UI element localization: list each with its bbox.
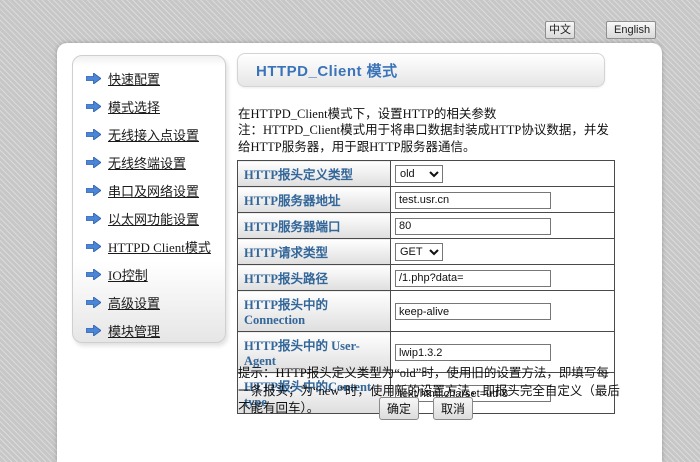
- table-row: HTTP报头路径: [238, 265, 615, 291]
- sidebar-item[interactable]: 快速配置: [73, 64, 225, 92]
- sidebar-menu: 快速配置模式选择无线接入点设置无线终端设置串口及网络设置以太网功能设置 HTTPD…: [72, 55, 226, 343]
- sidebar-item-label: 高级设置: [108, 293, 160, 312]
- table-row: HTTP报头定义类型old: [238, 161, 615, 187]
- arrow-right-icon: [86, 157, 101, 168]
- note-text: 注：HTTPD_Client模式用于将串口数据封装成HTTP协议数据，并发给HT…: [238, 122, 616, 156]
- arrow-right-icon: [86, 101, 101, 112]
- sidebar-item[interactable]: 无线终端设置: [73, 148, 225, 176]
- arrow-right-icon: [86, 213, 101, 224]
- description-text: 在HTTPD_Client模式下，设置HTTP的相关参数: [238, 103, 616, 122]
- ok-button[interactable]: 确定: [379, 397, 419, 420]
- field-value-cell: GET: [391, 239, 615, 265]
- arrow-right-icon: [86, 297, 101, 308]
- field-select[interactable]: old: [395, 165, 443, 183]
- arrow-right-icon: [86, 325, 101, 336]
- field-label: HTTP服务器端口: [238, 213, 391, 239]
- field-value-cell: old: [391, 161, 615, 187]
- sidebar-item[interactable]: 串口及网络设置: [73, 176, 225, 204]
- field-value-cell: [391, 291, 615, 332]
- cancel-button[interactable]: 取消: [433, 397, 473, 420]
- field-input[interactable]: [395, 344, 551, 361]
- field-select[interactable]: GET: [395, 243, 443, 261]
- sidebar-item-label: HTTPD Client模式: [108, 237, 211, 256]
- field-input[interactable]: [395, 192, 551, 209]
- sidebar-item-label: 快速配置: [108, 69, 160, 88]
- sidebar-item-label: IO控制: [108, 265, 148, 284]
- sidebar-item[interactable]: IO控制: [73, 260, 225, 288]
- field-label: HTTP报头定义类型: [238, 161, 391, 187]
- field-input[interactable]: [395, 303, 551, 320]
- language-chinese-button[interactable]: 中文: [545, 21, 575, 39]
- field-value-cell: [391, 265, 615, 291]
- table-row: HTTP请求类型GET: [238, 239, 615, 265]
- sidebar-item-label: 无线终端设置: [108, 153, 186, 172]
- arrow-right-icon: [86, 269, 101, 280]
- page-title: HTTPD_Client 模式: [256, 60, 398, 81]
- sidebar-item[interactable]: 模式选择: [73, 92, 225, 120]
- arrow-right-icon: [86, 129, 101, 140]
- field-value-cell: [391, 213, 615, 239]
- field-label: HTTP报头中的 Connection: [238, 291, 391, 332]
- sidebar-item[interactable]: 无线接入点设置: [73, 120, 225, 148]
- sidebar-item[interactable]: 高级设置: [73, 288, 225, 316]
- arrow-right-icon: [86, 73, 101, 84]
- button-row: 确定 取消: [237, 397, 615, 420]
- table-row: HTTP服务器地址: [238, 187, 615, 213]
- sidebar-item-label: 无线接入点设置: [108, 125, 199, 144]
- field-value-cell: [391, 187, 615, 213]
- sidebar-item[interactable]: 模块管理: [73, 316, 225, 344]
- field-label: HTTP报头路径: [238, 265, 391, 291]
- arrow-right-icon: [86, 185, 101, 196]
- language-english-button[interactable]: English: [606, 21, 656, 39]
- sidebar-item[interactable]: 以太网功能设置: [73, 204, 225, 232]
- sidebar-item[interactable]: HTTPD Client模式: [73, 232, 225, 260]
- table-row: HTTP服务器端口: [238, 213, 615, 239]
- sidebar-item-label: 模式选择: [108, 97, 160, 116]
- field-input[interactable]: [395, 218, 551, 235]
- field-input[interactable]: [395, 270, 551, 287]
- page-title-box: HTTPD_Client 模式: [237, 53, 605, 87]
- field-label: HTTP服务器地址: [238, 187, 391, 213]
- field-label: HTTP请求类型: [238, 239, 391, 265]
- arrow-right-icon: [86, 241, 101, 252]
- sidebar-item-label: 串口及网络设置: [108, 181, 199, 200]
- sidebar-item-label: 模块管理: [108, 321, 160, 340]
- sidebar-item-label: 以太网功能设置: [108, 209, 199, 228]
- table-row: HTTP报头中的 Connection: [238, 291, 615, 332]
- main-panel: 快速配置模式选择无线接入点设置无线终端设置串口及网络设置以太网功能设置 HTTPD…: [57, 43, 662, 462]
